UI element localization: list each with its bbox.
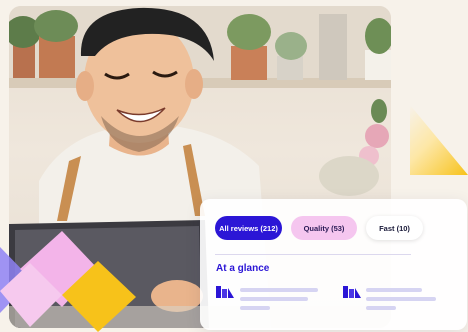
yellow-triangle-decoration: [410, 105, 468, 175]
filter-all-reviews-button[interactable]: All reviews (212): [215, 216, 282, 240]
filter-fast-button[interactable]: Fast (10): [366, 216, 423, 240]
stat-line: [366, 297, 436, 301]
stat-line: [240, 288, 318, 292]
bar-chart-icon: [343, 286, 361, 298]
stat-line: [366, 288, 422, 292]
bar-chart-icon: [216, 286, 234, 298]
filter-quality-button[interactable]: Quality (53): [291, 216, 357, 240]
reviews-card: All reviews (212) Quality (53) Fast (10)…: [200, 199, 467, 330]
at-a-glance-heading: At a glance: [216, 263, 270, 274]
stat-line: [366, 306, 396, 310]
stat-line: [240, 306, 270, 310]
stat-line: [240, 297, 308, 301]
geometric-decoration: [0, 231, 136, 332]
divider: [215, 254, 411, 255]
